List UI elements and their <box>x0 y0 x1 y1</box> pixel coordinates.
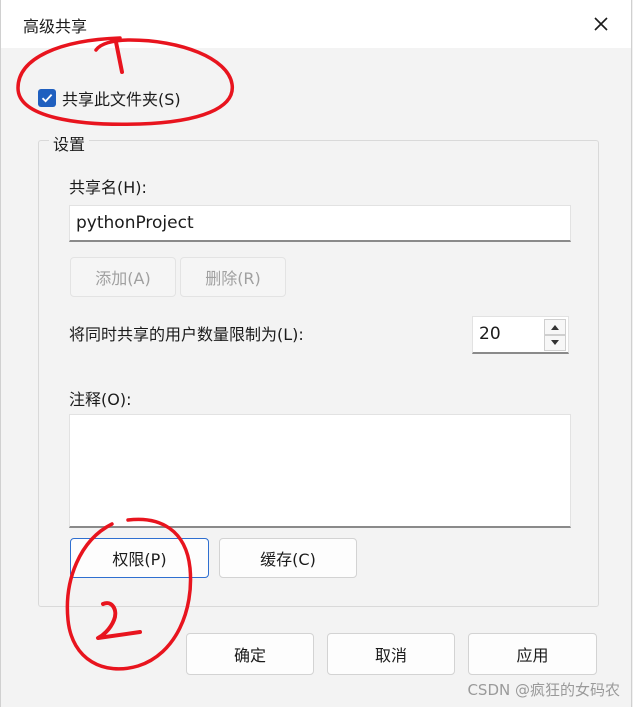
remove-button[interactable]: 删除(R) <box>180 257 286 297</box>
advanced-sharing-dialog: 高级共享 共享此文件夹(S) 设置 共享名(H): pythonProject … <box>0 0 632 707</box>
user-limit-spinbox[interactable]: 20 <box>472 316 569 354</box>
ok-button[interactable]: 确定 <box>186 633 314 675</box>
comment-label: 注释(O): <box>69 390 132 409</box>
close-button[interactable] <box>589 12 613 36</box>
share-name-input[interactable]: pythonProject <box>69 205 571 242</box>
share-folder-checkbox[interactable]: 共享此文件夹(S) <box>38 86 181 110</box>
close-icon <box>594 17 608 31</box>
share-name-value: pythonProject <box>76 213 194 233</box>
spin-down-button[interactable] <box>544 335 566 351</box>
title-bar: 高级共享 <box>1 0 631 48</box>
permissions-button[interactable]: 权限(P) <box>70 538 209 578</box>
watermark: CSDN @疯狂的女码农 <box>467 681 620 699</box>
user-limit-value: 20 <box>479 324 501 344</box>
comment-input[interactable] <box>69 414 571 528</box>
apply-button[interactable]: 应用 <box>468 633 597 675</box>
window-title: 高级共享 <box>23 17 88 36</box>
add-button[interactable]: 添加(A) <box>70 257 176 297</box>
checkbox-box[interactable] <box>38 89 56 107</box>
checkmark-icon <box>41 93 53 103</box>
caching-button[interactable]: 缓存(C) <box>219 538 357 578</box>
cancel-button[interactable]: 取消 <box>327 633 455 675</box>
settings-group-label: 设置 <box>49 131 90 155</box>
share-folder-label: 共享此文件夹(S) <box>62 90 181 109</box>
user-limit-label: 将同时共享的用户数量限制为(L): <box>69 325 304 344</box>
share-name-label: 共享名(H): <box>69 178 147 197</box>
triangle-down-icon <box>551 340 559 345</box>
spin-up-button[interactable] <box>544 319 566 335</box>
triangle-up-icon <box>551 325 559 330</box>
